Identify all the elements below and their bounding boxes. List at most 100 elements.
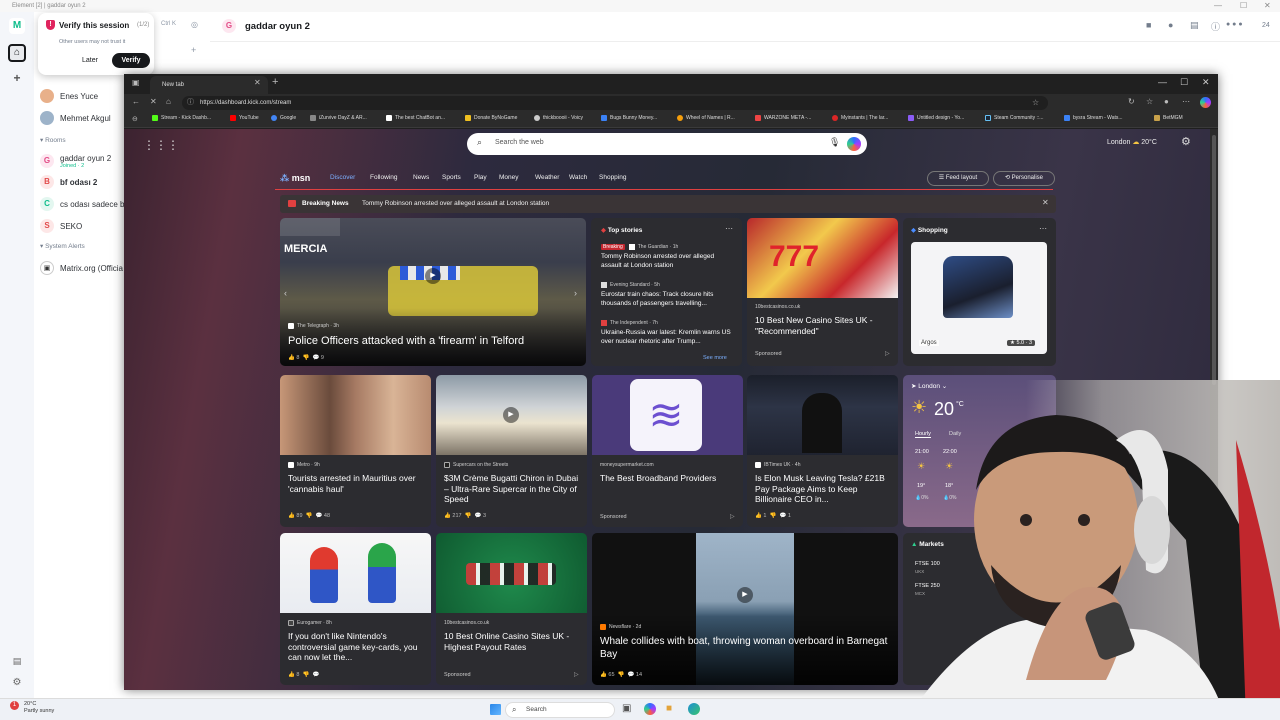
card-title[interactable]: Tourists arrested in Mauritius over 'can… [288,473,426,494]
notification-badge[interactable]: 1 [10,701,19,710]
close-icon[interactable]: ✕ [1264,0,1271,12]
like-icon[interactable]: 👍 [288,355,295,361]
site-info-icon[interactable]: ⓘ [187,96,194,110]
taskbar-weather-widget[interactable]: 20°C Partly sunny [24,701,54,715]
web-search-box[interactable]: ⌕ Search the web 🎙 [467,133,867,155]
user-avatar[interactable]: M [9,18,25,34]
shopping-card[interactable]: ◆ Shopping ⋯ Argos ★ 5.0 · 3 [903,218,1056,366]
bookmark-item[interactable]: Bugs Bunny Money... [601,115,657,121]
weather-widget[interactable]: London ☁ 20°C [1107,138,1157,146]
like-icon[interactable]: 👍 [288,672,295,678]
taskbar-search[interactable]: ⌕ Search [505,702,615,718]
page-settings-gear-icon[interactable]: ⚙ [1181,135,1191,148]
play-icon[interactable]: ▶ [425,268,441,284]
room-title[interactable]: gaddar oyun 2 [245,21,310,32]
comment-icon[interactable]: 💬 [312,672,319,678]
bookmark-item[interactable]: Wheel of Names | R... [677,115,735,121]
comment-icon[interactable]: 💬 [628,672,635,678]
tab-close-icon[interactable]: ✕ [254,78,261,87]
comment-icon[interactable]: 💬 [475,513,482,519]
dismiss-close-icon[interactable]: ✕ [1042,198,1049,207]
info-icon[interactable]: ⓘ [1211,20,1220,33]
card-title[interactable]: Whale collides with boat, throwing woman… [600,636,890,661]
rooms-section-header[interactable]: ▾ Rooms [40,136,66,144]
news-card[interactable]: ▶ Supercars on the Streets $3M Crème Bug… [436,375,587,527]
video-news-card[interactable]: ▶ Newsflare · 2d Whale collides with boa… [592,533,898,685]
feed-layout-button[interactable]: ☰ Feed layout [927,171,989,186]
hero-title[interactable]: Police Officers attacked with a 'firearm… [288,335,578,348]
settings-gear-icon[interactable]: ⚙ [9,675,25,691]
card-title[interactable]: $3M Crème Bugatti Chiron in Dubai – Ultr… [444,473,582,505]
news-card[interactable]: Metro · 9h Tourists arrested in Mauritiu… [280,375,431,527]
nav-watch[interactable]: Watch [569,174,587,181]
member-count[interactable]: 24 [1262,22,1270,29]
top-story-item[interactable]: Breaking The Guardian · 1h Tommy Robinson… [601,244,733,270]
bookmark-item[interactable]: The best ChatBot an... [386,115,445,121]
bookmark-item[interactable]: BetMGM [1154,115,1183,121]
apps-grid-icon[interactable]: ⋮⋮⋮ [143,138,179,152]
ad-title[interactable]: 10 Best New Casino Sites UK - "Recommend… [755,315,893,336]
explore-icon[interactable]: ◎ [191,20,198,29]
broadband-ad-card[interactable]: ≋ moneysupermarket.com The Best Broadban… [592,375,743,527]
ad-title[interactable]: The Best Broadband Providers [600,473,738,484]
threads-icon[interactable]: ▤ [9,653,25,669]
bookmark-item[interactable]: thickboooii - Voicy [534,115,583,121]
later-button[interactable]: Later [72,53,108,68]
nav-discover[interactable]: Discover [330,174,355,181]
tab-new-tab[interactable]: New tab [150,76,268,94]
bookmark-item[interactable]: bysra Stream - Wats... [1064,115,1123,121]
edge-icon[interactable] [688,703,700,715]
back-icon[interactable]: ← [132,97,140,106]
threads-icon[interactable]: ● [1168,20,1173,30]
file-explorer-icon[interactable]: ■ [666,703,672,714]
news-card[interactable]: Eurogamer · 8h If you don't like Nintend… [280,533,431,685]
comment-icon[interactable]: 💬 [779,513,786,519]
minimize-icon[interactable]: — [1214,0,1222,12]
bookmark-item[interactable]: iZurvive DayZ & AR... [310,115,367,121]
more-menu-icon[interactable]: ⋯ [1182,97,1190,106]
nav-sports[interactable]: Sports [442,174,461,181]
home-icon[interactable]: ⌂ [8,44,26,62]
dislike-icon[interactable]: 👎 [303,355,310,361]
top-story-item[interactable]: The Independent · 7h Ukraine-Russia war … [601,320,733,346]
maximize-icon[interactable]: ☐ [1180,77,1188,88]
card-title[interactable]: Is Elon Musk Leaving Tesla? £21B Pay Pac… [755,473,893,505]
nav-weather[interactable]: Weather [535,174,559,181]
bookmark-item[interactable]: Google [271,115,296,121]
system-alerts-header[interactable]: ▾ System Alerts [40,242,85,250]
bookmark-item[interactable]: YouTube [230,115,259,121]
bookmark-item[interactable]: Steam Community ::... [985,115,1043,121]
nav-following[interactable]: Following [370,174,397,181]
card-title[interactable]: If you don't like Nintendo's controversi… [288,631,426,663]
play-icon[interactable]: ▶ [737,587,753,603]
ad-choices-icon[interactable]: ▷ [885,350,890,357]
bookmark-item[interactable]: Myinstants | The lar... [832,115,888,121]
new-tab-icon[interactable]: + [272,76,278,88]
nav-play[interactable]: Play [474,174,487,181]
reload-icon[interactable]: ✕ [150,97,157,106]
casino-ad-card[interactable]: 10bestcasinos.co.uk 10 Best Online Casin… [436,533,587,685]
copilot-icon[interactable] [1200,97,1211,108]
breaking-news-banner[interactable]: Breaking News Tommy Robinson arrested ov… [280,195,1056,213]
carousel-prev-icon[interactable]: ‹ [284,288,287,298]
copilot-icon[interactable] [847,137,861,151]
hero-news-card[interactable]: MERCIA ▶ ‹ › The Telegraph · 3h Police O… [280,218,586,366]
member-avatars[interactable]: ● ● ● [1226,21,1243,28]
bookmark-item[interactable]: Stream - Kick Dashb... [152,115,211,121]
bookmark-item[interactable]: WARZONE META -... [755,115,811,121]
add-room-icon[interactable]: + [191,45,196,55]
comment-icon[interactable]: 💬 [316,513,323,519]
ad-choices-icon[interactable]: ▷ [574,671,579,678]
tab-actions-icon[interactable]: ▣ [132,78,140,87]
top-story-item[interactable]: Evening Standard · 5h Eurostar train cha… [601,282,733,308]
nav-shopping[interactable]: Shopping [599,174,626,181]
video-call-icon[interactable]: ■ [1146,20,1151,30]
windows-start-icon[interactable] [490,704,501,715]
dislike-icon[interactable]: 👎 [770,513,777,519]
ad-choices-icon[interactable]: ▷ [730,513,735,520]
task-view-icon[interactable]: ▣ [622,703,631,714]
close-icon[interactable]: ✕ [1202,77,1210,88]
favorite-star-icon[interactable]: ☆ [1032,96,1039,110]
like-icon[interactable]: 👍 [600,672,607,678]
like-icon[interactable]: 👍 [444,513,451,519]
